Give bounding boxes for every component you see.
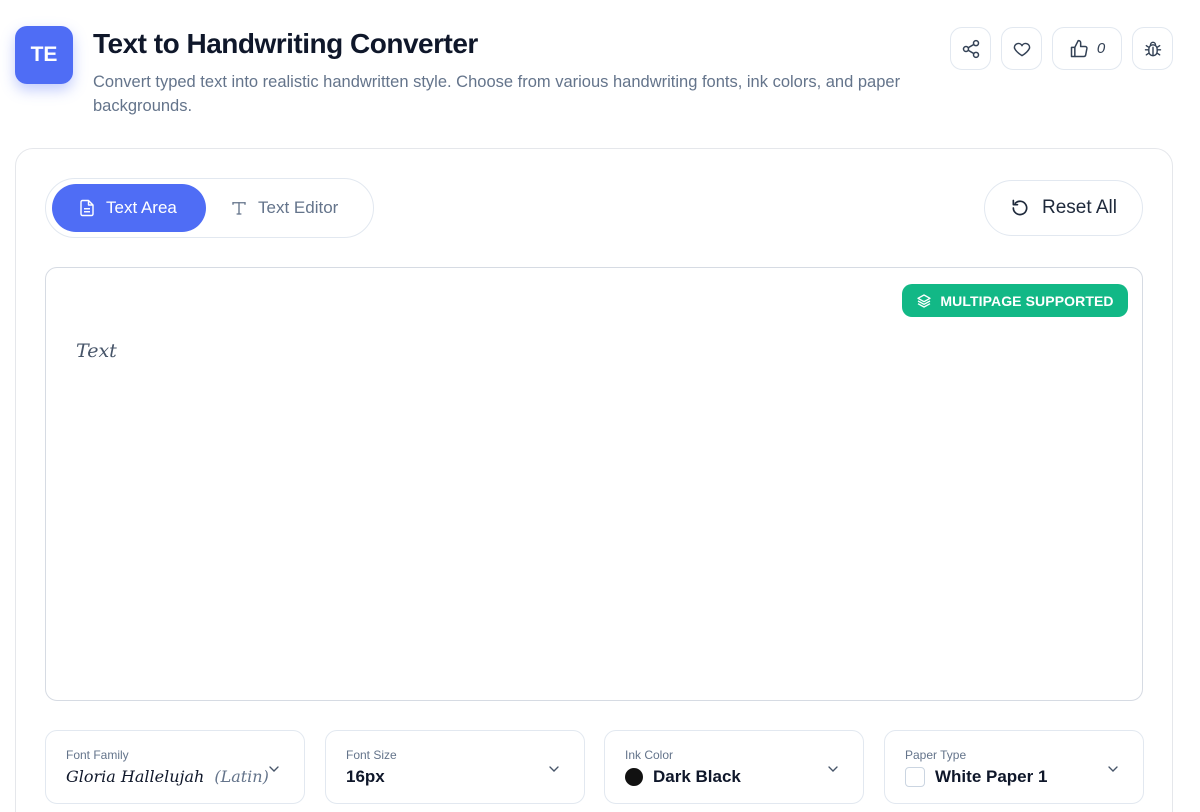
font-size-label: Font Size <box>346 748 397 762</box>
font-size-value: 16px <box>346 767 385 786</box>
page-description: Convert typed text into realistic handwr… <box>93 73 901 115</box>
reset-all-label: Reset All <box>1042 197 1117 218</box>
paper-swatch <box>905 767 925 787</box>
tab-text-editor[interactable]: Text Editor <box>230 184 338 232</box>
reset-icon <box>1012 199 1028 216</box>
text-input-area[interactable] <box>45 267 1143 701</box>
like-count: 0 <box>1096 40 1106 57</box>
page-title: Text to Handwriting Converter <box>93 28 478 59</box>
app-logo: TE <box>15 26 73 84</box>
tab-text-editor-label: Text Editor <box>258 198 339 217</box>
share-icon <box>962 39 979 58</box>
ink-color-label: Ink Color <box>625 748 674 762</box>
paper-type-select[interactable]: Paper Type White Paper 1 <box>884 730 1144 804</box>
share-button[interactable] <box>950 27 991 70</box>
favorite-button[interactable] <box>1001 27 1042 70</box>
chevron-down-icon <box>828 766 838 772</box>
font-size-select[interactable]: Font Size 16px <box>325 730 585 804</box>
font-family-label: Font Family <box>66 748 129 762</box>
font-family-script: (Latin) <box>214 767 269 786</box>
bug-icon <box>1144 41 1161 56</box>
paper-type-label: Paper Type <box>905 748 967 762</box>
multipage-badge-label: MULTIPAGE SUPPORTED <box>940 292 1114 309</box>
ink-color-swatch <box>625 768 643 786</box>
input-mode-tabs: Text Area Text Editor <box>45 178 374 238</box>
text-icon <box>232 202 246 215</box>
font-family-name: Gloria Hallelujah <box>66 767 205 786</box>
tab-text-area-label: Text Area <box>106 198 177 217</box>
paper-type-value: White Paper 1 <box>905 767 1047 787</box>
thumbs-up-icon <box>1070 39 1088 57</box>
ink-color-name: Dark Black <box>653 767 741 786</box>
document-icon <box>80 199 94 217</box>
heart-icon <box>1013 42 1030 56</box>
like-button[interactable]: 0 <box>1052 27 1122 70</box>
font-family-value: Gloria Hallelujah (Latin) <box>66 767 269 786</box>
text-placeholder: Text <box>76 340 117 362</box>
multipage-badge: MULTIPAGE SUPPORTED <box>902 284 1128 317</box>
tab-text-area[interactable]: Text Area <box>52 184 206 232</box>
font-family-select[interactable]: Font Family Gloria Hallelujah (Latin) <box>45 730 305 804</box>
chevron-down-icon <box>1108 766 1118 772</box>
paper-type-name: White Paper 1 <box>935 767 1048 786</box>
ink-color-value: Dark Black <box>625 767 741 787</box>
layers-icon <box>917 293 932 308</box>
chevron-down-icon <box>549 766 559 772</box>
chevron-down-icon <box>269 766 279 772</box>
ink-color-select[interactable]: Ink Color Dark Black <box>604 730 864 804</box>
reset-all-button[interactable]: Reset All <box>984 180 1143 236</box>
report-bug-button[interactable] <box>1132 27 1173 70</box>
